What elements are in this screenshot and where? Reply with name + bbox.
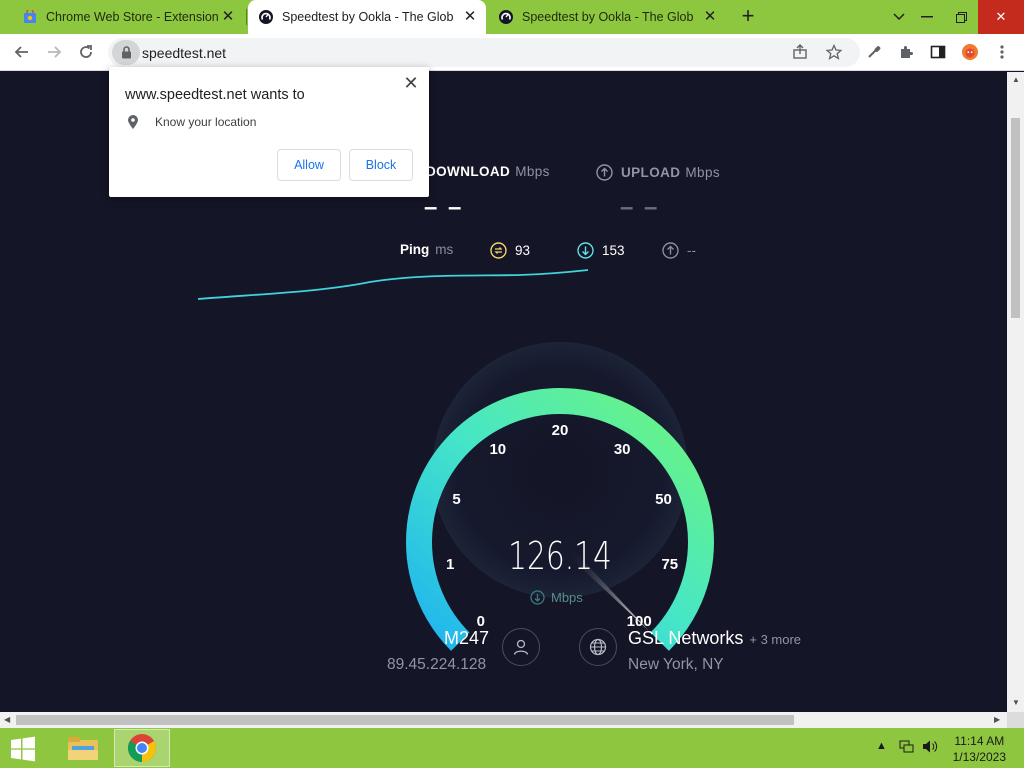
tab-title: Speedtest by Ookla - The Global xyxy=(282,10,454,24)
close-tab-icon[interactable]: ✕ xyxy=(462,9,478,25)
client-ip: 89.45.224.128 xyxy=(387,656,487,673)
popup-close-icon[interactable]: ✕ xyxy=(401,73,421,93)
host-name: GSL Networks xyxy=(628,628,744,648)
windows-start-icon[interactable] xyxy=(6,734,40,764)
lock-icon[interactable] xyxy=(112,40,140,65)
horizontal-scroll-thumb[interactable] xyxy=(16,715,794,725)
scroll-down-icon[interactable]: ▼ xyxy=(1012,698,1020,707)
scroll-right-icon[interactable]: ▶ xyxy=(994,715,1000,724)
scroll-up-icon[interactable]: ▲ xyxy=(1012,75,1020,84)
restore-button[interactable] xyxy=(944,0,978,34)
current-speed-unit: Mbps xyxy=(530,590,583,605)
host-server[interactable]: GSL Networks + 3 more xyxy=(628,628,801,649)
chrome-webstore-icon xyxy=(22,9,38,25)
bookmark-star-icon[interactable] xyxy=(822,40,846,64)
block-button[interactable]: Block xyxy=(349,149,413,181)
location-permission-popup: www.speedtest.net wants to ✕ Know your l… xyxy=(109,67,429,197)
minimize-button[interactable] xyxy=(910,0,944,34)
gauge-tick-label: 10 xyxy=(489,441,506,458)
tab-title: Chrome Web Store - Extensions xyxy=(46,10,218,24)
tab-speedtest-active[interactable]: Speedtest by Ookla - The Global ✕ xyxy=(248,0,486,34)
network-icon[interactable] xyxy=(899,739,915,757)
tab-title: Speedtest by Ookla - The Global xyxy=(522,10,694,24)
back-icon[interactable] xyxy=(10,40,34,64)
location-pin-icon xyxy=(128,115,138,129)
vertical-scrollbar[interactable]: ▲ ▼ xyxy=(1007,72,1024,712)
vertical-scroll-thumb[interactable] xyxy=(1011,118,1020,318)
tray-expand-icon[interactable]: ▲ xyxy=(876,740,887,752)
url-text[interactable]: speedtest.net xyxy=(142,45,226,61)
gauge-tick-label: 30 xyxy=(614,441,631,458)
gauge-tick-label: 5 xyxy=(452,491,460,508)
close-tab-icon[interactable]: ✕ xyxy=(220,9,236,25)
permission-item: Know your location xyxy=(127,114,256,130)
tab-separator xyxy=(246,9,247,25)
clock-date: 1/13/2023 xyxy=(952,750,1006,764)
permission-text: Know your location xyxy=(155,115,257,129)
tab-strip: Chrome Web Store - Extensions ✕ Speedtes… xyxy=(0,0,1024,34)
speedtest-icon xyxy=(258,9,274,25)
speedtest-icon xyxy=(498,9,514,25)
gauge-tick-label: 50 xyxy=(655,491,672,508)
host-location: New York, NY xyxy=(628,656,724,673)
forward-icon[interactable] xyxy=(42,40,66,64)
user-icon[interactable] xyxy=(502,628,540,666)
clock-time: 11:14 AM xyxy=(954,734,1005,748)
profile-avatar[interactable] xyxy=(958,40,982,64)
share-icon[interactable] xyxy=(788,40,812,64)
host-more-link[interactable]: + 3 more xyxy=(749,632,801,647)
client-isp-name: M247 xyxy=(444,628,490,648)
scroll-left-icon[interactable]: ◀ xyxy=(4,715,10,724)
gauge-tick-label: 1 xyxy=(446,556,454,573)
volume-icon[interactable] xyxy=(922,739,938,757)
reload-icon[interactable] xyxy=(74,40,98,64)
allow-button[interactable]: Allow xyxy=(277,149,341,181)
download-arrow-icon xyxy=(530,590,545,605)
menu-icon[interactable] xyxy=(990,40,1014,64)
gauge-tick-label: 75 xyxy=(661,556,678,573)
browser-toolbar: speedtest.net xyxy=(0,34,1024,71)
new-tab-button[interactable]: + xyxy=(736,5,760,29)
tab-speedtest[interactable]: Speedtest by Ookla - The Global ✕ xyxy=(488,0,726,34)
gauge-tick-label: 20 xyxy=(552,422,569,439)
system-clock[interactable]: 11:14 AM 1/13/2023 xyxy=(953,733,1006,765)
current-speed-unit-label: Mbps xyxy=(551,590,583,605)
chrome-icon[interactable] xyxy=(114,729,170,767)
popup-title: www.speedtest.net wants to xyxy=(125,87,305,103)
close-tab-icon[interactable]: ✕ xyxy=(702,9,718,25)
horizontal-scrollbar[interactable]: ◀ ▶ xyxy=(0,712,1007,728)
globe-icon[interactable] xyxy=(579,628,617,666)
file-explorer-icon[interactable] xyxy=(55,729,111,767)
windows-taskbar: ▲ 11:14 AM 1/13/2023 xyxy=(0,728,1024,768)
address-bar[interactable]: speedtest.net xyxy=(108,38,860,67)
scrollbar-corner xyxy=(1007,712,1024,728)
tab-chrome-web-store[interactable]: Chrome Web Store - Extensions ✕ xyxy=(12,0,244,34)
side-panel-icon[interactable] xyxy=(926,40,950,64)
extensions-icon[interactable] xyxy=(894,40,918,64)
close-window-button[interactable]: ✕ xyxy=(978,0,1024,34)
eyedropper-icon[interactable] xyxy=(862,40,886,64)
current-speed-value: 126.14 xyxy=(508,534,612,578)
